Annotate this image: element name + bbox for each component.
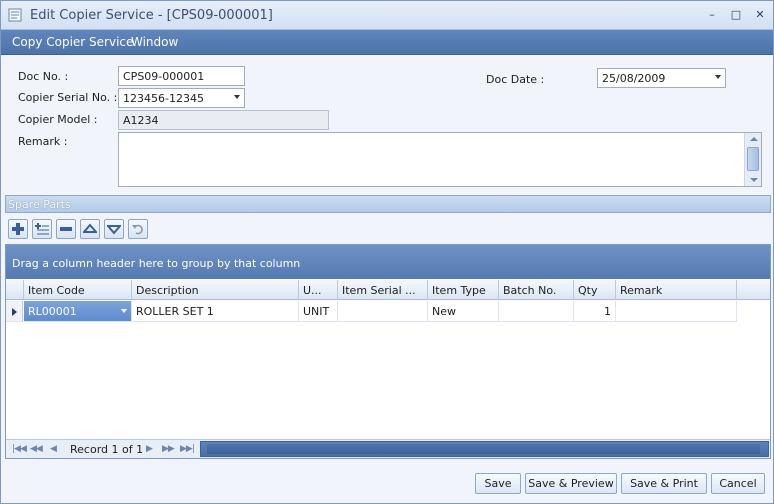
column-header-item-type[interactable]: Item Type xyxy=(428,280,499,300)
remark-scrollbar[interactable] xyxy=(744,133,761,186)
scroll-thumb[interactable] xyxy=(747,147,759,171)
spare-parts-grid: Drag a column header here to group by th… xyxy=(5,244,771,459)
row-indicator[interactable] xyxy=(6,301,23,322)
column-header-item-serial[interactable]: Item Serial ... xyxy=(338,280,428,300)
cell-item-serial[interactable] xyxy=(338,301,428,322)
copier-model-field: A1234 xyxy=(118,110,329,130)
doc-no-label: Doc No. : xyxy=(18,70,69,83)
prev-record-icon[interactable]: ◀ xyxy=(50,444,57,454)
remark-label: Remark : xyxy=(18,135,68,148)
copier-serial-label: Copier Serial No. : xyxy=(18,91,118,104)
document-icon xyxy=(8,8,22,22)
column-header-batch-no[interactable]: Batch No. xyxy=(499,280,574,300)
current-row-arrow-icon xyxy=(12,308,17,316)
insert-row-button[interactable] xyxy=(32,219,52,239)
last-record-icon[interactable]: ▶▶| xyxy=(180,444,195,454)
undo-button[interactable] xyxy=(128,219,148,239)
move-down-button[interactable] xyxy=(104,219,124,239)
cancel-button[interactable]: Cancel xyxy=(711,473,765,494)
move-down-icon xyxy=(107,225,121,235)
chevron-down-icon[interactable] xyxy=(234,95,240,99)
doc-date-label: Doc Date : xyxy=(486,73,545,86)
edit-copier-service-window: Edit Copier Service - [CPS09-000001] – □… xyxy=(0,0,774,504)
save-preview-button[interactable]: Save & Preview xyxy=(525,473,617,494)
copier-serial-value: 123456-12345 xyxy=(123,92,204,105)
chevron-down-icon[interactable] xyxy=(121,309,127,313)
title-bar: Edit Copier Service - [CPS09-000001] – □… xyxy=(1,1,773,30)
row-indicator-header xyxy=(6,280,24,300)
spare-parts-section-header: Spare Parts xyxy=(5,195,771,213)
menu-bar: Copy Copier Service Window xyxy=(1,30,773,55)
menu-copy-copier-service[interactable]: Copy Copier Service xyxy=(12,35,133,49)
undo-icon xyxy=(132,224,143,235)
scroll-up-icon[interactable] xyxy=(750,137,758,141)
column-header-uom[interactable]: U... xyxy=(299,280,338,300)
item-code-value: RL00001 xyxy=(28,305,77,318)
doc-date-picker[interactable]: 25/08/2009 xyxy=(597,68,726,88)
grid-horizontal-scrollbar[interactable] xyxy=(200,441,769,457)
minimize-button[interactable]: – xyxy=(703,6,721,24)
copier-serial-select[interactable]: 123456-12345 xyxy=(118,88,245,108)
insert-row-icon xyxy=(35,223,49,235)
save-print-button[interactable]: Save & Print xyxy=(621,473,707,494)
group-by-panel[interactable]: Drag a column header here to group by th… xyxy=(6,245,770,279)
column-header-filler xyxy=(737,280,770,300)
cell-batch-no[interactable] xyxy=(499,301,574,322)
menu-window[interactable]: Window xyxy=(131,35,178,49)
add-row-button[interactable] xyxy=(8,219,28,239)
copier-model-value: A1234 xyxy=(123,114,159,127)
doc-no-field[interactable]: CPS09-000001 xyxy=(118,66,245,86)
cell-item-code[interactable]: RL00001 xyxy=(24,301,132,322)
spare-parts-title: Spare Parts xyxy=(8,198,71,211)
first-record-icon[interactable]: |◀◀ xyxy=(12,444,27,454)
remark-textarea[interactable] xyxy=(118,132,762,187)
column-header-item-code[interactable]: Item Code xyxy=(24,280,132,300)
copier-model-label: Copier Model : xyxy=(18,113,98,126)
column-header-description[interactable]: Description xyxy=(132,280,299,300)
cell-description[interactable]: ROLLER SET 1 xyxy=(132,301,299,322)
delete-row-icon xyxy=(60,227,72,231)
save-button[interactable]: Save xyxy=(475,473,521,494)
doc-no-value: CPS09-000001 xyxy=(123,70,205,83)
chevron-down-icon[interactable] xyxy=(715,75,721,79)
close-button[interactable]: ✕ xyxy=(751,6,769,24)
next-page-icon[interactable]: ▶▶ xyxy=(162,444,175,454)
move-up-button[interactable] xyxy=(80,219,100,239)
cell-qty[interactable]: 1 xyxy=(574,301,616,322)
next-record-icon[interactable]: ▶ xyxy=(146,444,153,454)
move-up-icon xyxy=(83,223,97,233)
cell-remark[interactable] xyxy=(616,301,737,322)
scroll-thumb[interactable] xyxy=(207,444,760,454)
column-header-remark[interactable]: Remark xyxy=(616,280,737,300)
record-count: Record 1 of 1 xyxy=(70,443,144,456)
cell-item-type[interactable]: New xyxy=(428,301,499,322)
cell-uom[interactable]: UNIT xyxy=(299,301,338,322)
add-row-icon xyxy=(12,223,24,235)
prev-page-icon[interactable]: ◀◀ xyxy=(30,444,43,454)
delete-row-button[interactable] xyxy=(56,219,76,239)
record-navigator: |◀◀ ◀◀ ◀ Record 1 of 1 ▶ ▶▶ ▶▶| xyxy=(6,439,770,458)
doc-date-value: 25/08/2009 xyxy=(602,72,666,85)
column-header-qty[interactable]: Qty xyxy=(574,280,616,300)
window-title: Edit Copier Service - [CPS09-000001] xyxy=(30,8,273,23)
scroll-down-icon[interactable] xyxy=(750,178,758,182)
group-by-hint: Drag a column header here to group by th… xyxy=(12,257,301,270)
maximize-button[interactable]: □ xyxy=(727,6,745,24)
